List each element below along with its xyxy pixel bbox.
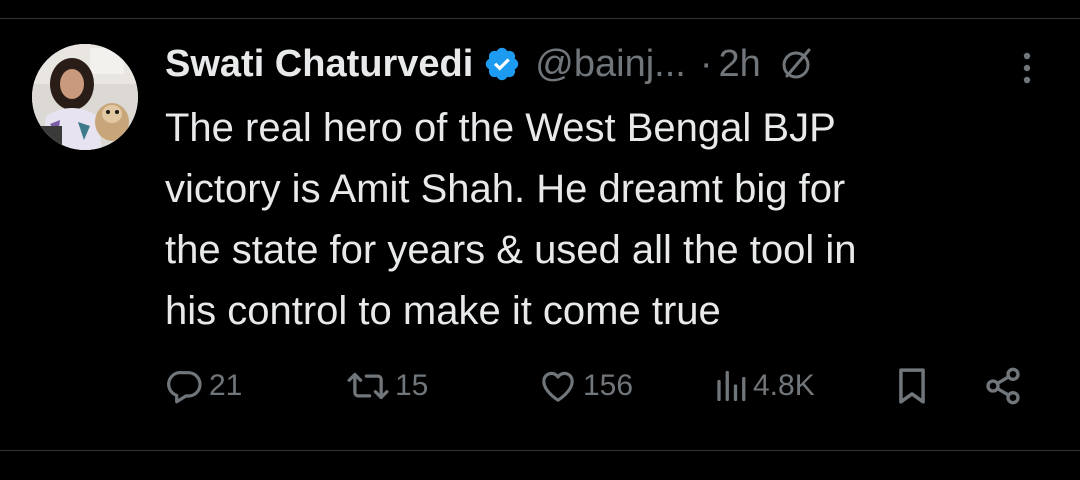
bookmark-button[interactable]: [893, 358, 931, 414]
verified-badge-icon: [483, 45, 521, 83]
tweet-text: The real hero of the West Bengal BJP vic…: [165, 106, 857, 333]
bookmark-icon: [893, 365, 931, 407]
views-button[interactable]: 4.8K: [713, 358, 815, 414]
views-count: 4.8K: [753, 369, 815, 402]
like-icon: [537, 366, 579, 406]
views-icon: [713, 366, 749, 406]
like-count: 156: [583, 369, 634, 402]
tweet-card[interactable]: Swati Chaturvedi @bainj... · 2h The real…: [0, 0, 1080, 480]
retweet-button[interactable]: 15: [345, 358, 428, 414]
retweet-icon: [345, 366, 391, 406]
retweet-count: 15: [395, 369, 429, 402]
share-button[interactable]: [983, 358, 1023, 414]
share-icon: [983, 366, 1023, 406]
more-options-icon[interactable]: [1012, 48, 1042, 88]
reply-icon: [165, 366, 205, 406]
author-handle[interactable]: @bainj...: [535, 43, 686, 86]
grok-icon[interactable]: [779, 46, 815, 82]
reply-count: 21: [209, 369, 243, 402]
reply-button[interactable]: 21: [165, 358, 242, 414]
author-name[interactable]: Swati Chaturvedi: [165, 43, 473, 86]
divider-bottom: [0, 450, 1080, 451]
tweet-header: Swati Chaturvedi @bainj... · 2h: [165, 36, 815, 92]
divider-top: [0, 18, 1080, 19]
like-button[interactable]: 156: [537, 358, 633, 414]
tweet-time[interactable]: 2h: [719, 43, 761, 86]
separator-dot: ·: [699, 42, 713, 85]
avatar-image: [32, 44, 138, 150]
avatar[interactable]: [32, 44, 138, 150]
action-bar: 21 15 156 4.8K: [165, 358, 1035, 414]
